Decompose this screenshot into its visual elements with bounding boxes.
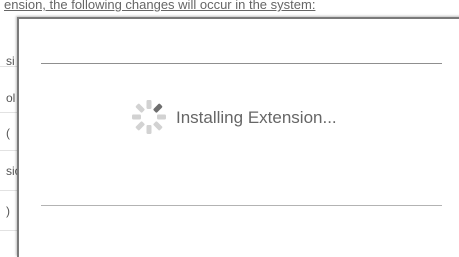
background-row-text: ol	[6, 91, 16, 105]
background-row-text: )	[6, 204, 10, 218]
install-progress-modal: Installing Extension...	[17, 17, 459, 257]
background-header-text: ension, the following changes will occur…	[4, 0, 316, 12]
spinner-segments	[132, 100, 166, 134]
modal-bottom-divider	[41, 205, 442, 206]
background-row-text: (	[6, 126, 10, 140]
loading-spinner-icon	[132, 100, 166, 134]
modal-top-divider	[41, 63, 442, 64]
installing-status-text: Installing Extension...	[176, 108, 337, 127]
